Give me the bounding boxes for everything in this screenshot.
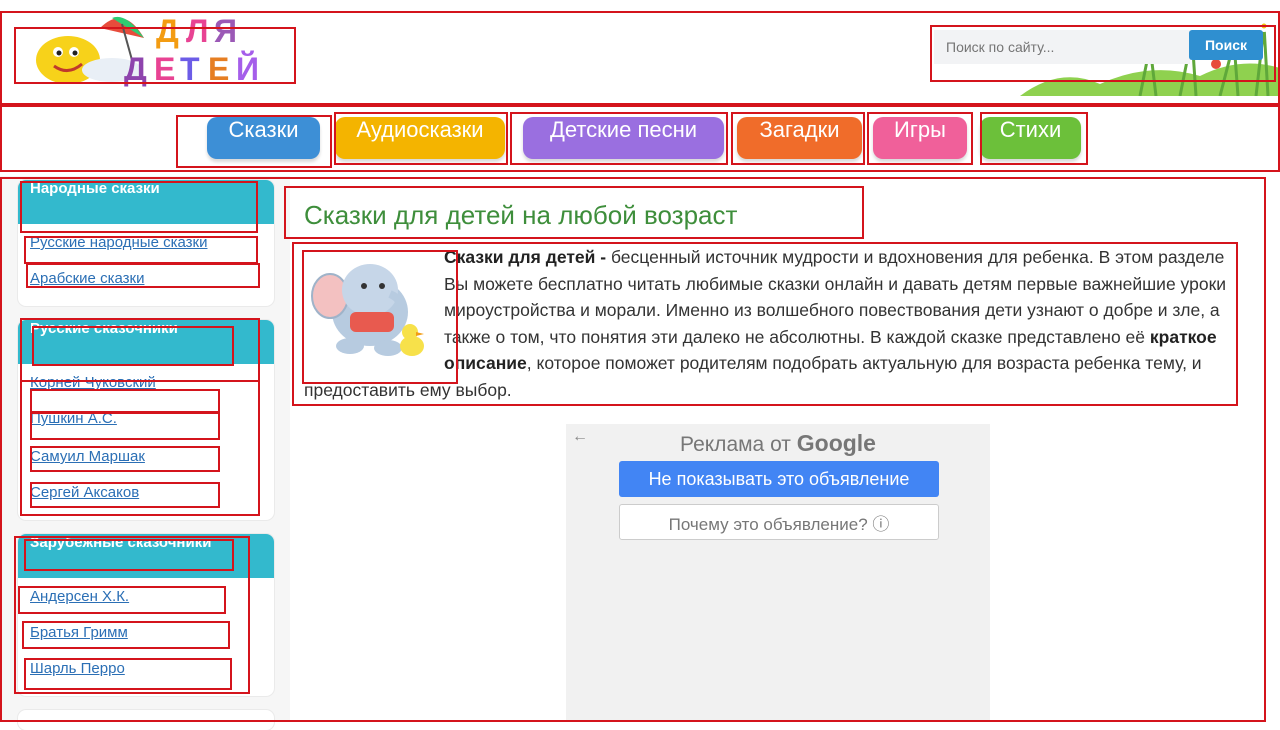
sidebar-section-next — [18, 710, 274, 730]
sidebar-link-andersen[interactable]: Андерсен Х.К. — [30, 588, 129, 605]
google-logo: Google — [796, 430, 876, 456]
intro-text-part2: , которое поможет родителям подобрать ак… — [304, 353, 1202, 400]
svg-text:Л: Л — [186, 13, 208, 49]
intro-text: Сказки для детей - бесценный источник му… — [304, 244, 1238, 403]
site-logo[interactable]: Д Л Я Д Е Т Е Й — [16, 8, 286, 88]
sidebar-link-pushkin[interactable]: Пушкин А.С. — [30, 410, 117, 427]
svg-text:Е: Е — [154, 51, 175, 87]
ad-title: Реклама от Google — [566, 430, 990, 457]
nav-audio-tales[interactable]: Аудиосказки — [335, 117, 505, 159]
search-button[interactable]: Поиск — [1189, 30, 1263, 60]
elephant-illustration — [311, 264, 424, 356]
sidebar-link-russian-folk-tales[interactable]: Русские народные сказки — [30, 234, 207, 251]
sidebar-section-folk-tales: Народные сказки Русские народные сказки … — [18, 180, 274, 306]
nav-kids-songs[interactable]: Детские песни — [523, 117, 724, 159]
nav-games[interactable]: Игры — [873, 117, 967, 159]
nav-poems[interactable]: Стихи — [980, 117, 1081, 159]
svg-text:Е: Е — [208, 51, 229, 87]
ad-title-prefix: Реклама от — [680, 433, 797, 456]
svg-text:Д: Д — [124, 51, 147, 87]
nav-riddles[interactable]: Загадки — [737, 117, 862, 159]
intro-bold-lead: Сказки для детей - — [444, 247, 607, 267]
svg-text:Й: Й — [236, 51, 259, 87]
svg-text:Д: Д — [156, 13, 179, 49]
main-nav: Сказки Аудиосказки Детские песни Загадки… — [0, 104, 1280, 172]
why-this-ad-button[interactable]: Почему это объявление? ⓘ — [619, 504, 939, 540]
svg-text:Я: Я — [214, 13, 237, 49]
sidebar-link-perrault[interactable]: Шарль Перро — [30, 660, 125, 677]
sidebar-section-title: Русские сказочники — [18, 320, 274, 364]
sidebar-section-title: Зарубежные сказочники — [18, 534, 274, 578]
google-ad-block: ← Реклама от Google Не показывать это об… — [566, 424, 990, 720]
search-input[interactable] — [934, 30, 1190, 64]
svg-text:Т: Т — [180, 51, 200, 87]
sidebar-link-arabic-tales[interactable]: Арабские сказки — [30, 270, 144, 287]
nav-tales[interactable]: Сказки — [207, 117, 320, 159]
site-header: Д Л Я Д Е Т Е Й Поиск — [0, 0, 1280, 100]
sidebar-section-russian-authors: Русские сказочники Корней Чуковский Пушк… — [18, 320, 274, 520]
hide-ad-button[interactable]: Не показывать это объявление — [619, 461, 939, 497]
sidebar-link-marshak[interactable]: Самуил Маршак — [30, 448, 145, 465]
sidebar-link-aksakov[interactable]: Сергей Аксаков — [30, 484, 139, 501]
sidebar-link-chukovsky[interactable]: Корней Чуковский — [30, 374, 156, 391]
sidebar-section-foreign-authors: Зарубежные сказочники Андерсен Х.К. Брат… — [18, 534, 274, 696]
sidebar-link-grimm[interactable]: Братья Гримм — [30, 624, 128, 641]
page-title: Сказки для детей на любой возраст — [304, 200, 738, 230]
sidebar-section-title: Народные сказки — [18, 180, 274, 224]
